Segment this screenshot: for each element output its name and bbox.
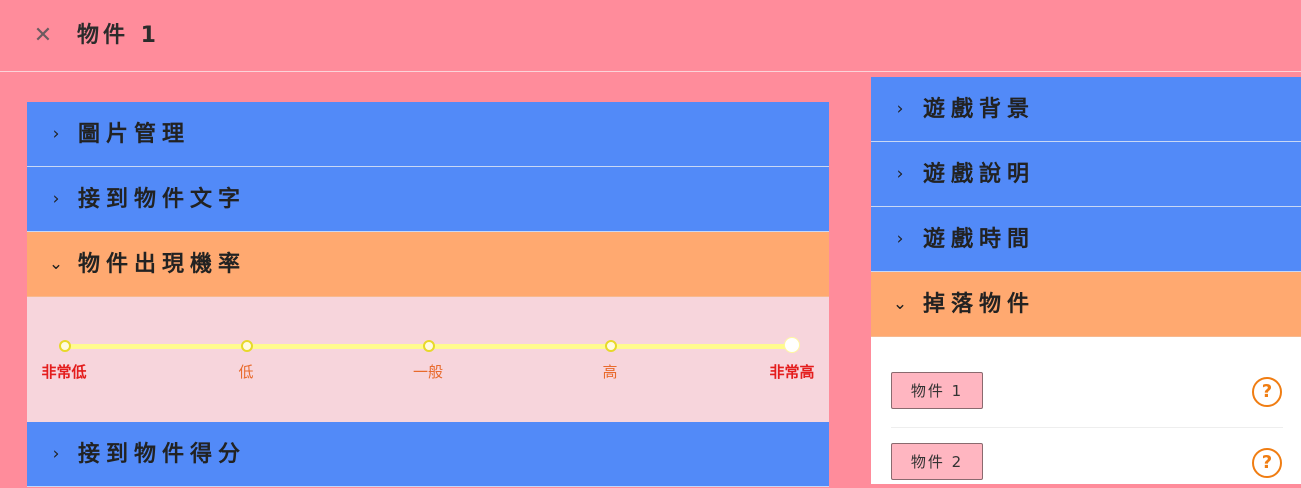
slider-label-high: 高 [602, 363, 618, 381]
game-settings-panel: › 遊戲背景 › 遊戲說明 › 遊戲時間 ⌄ 掉落物件 物件 1 ? 物件 2 … [871, 77, 1301, 488]
help-icon[interactable]: ? [1252, 377, 1282, 407]
chevron-right-icon: › [896, 229, 904, 249]
section-label: 圖片管理 [78, 122, 191, 147]
slider-handle[interactable] [784, 337, 800, 353]
slider-stop-low[interactable] [241, 340, 253, 352]
slider-label-low: 低 [238, 363, 254, 381]
chevron-down-icon: ⌄ [48, 254, 64, 274]
section-game-instructions[interactable]: › 遊戲說明 [871, 142, 1301, 207]
list-item: 物件 1 ? [891, 357, 1283, 428]
page-title: 物件 1 [77, 23, 160, 48]
chevron-down-icon: ⌄ [892, 294, 908, 314]
section-catch-score[interactable]: › 接到物件得分 [27, 422, 829, 487]
slider-label-normal: 一般 [412, 363, 444, 381]
help-icon[interactable]: ? [1252, 448, 1282, 478]
section-game-background[interactable]: › 遊戲背景 [871, 77, 1301, 142]
close-icon[interactable]: ✕ [31, 24, 55, 48]
slider-stop-high[interactable] [605, 340, 617, 352]
chevron-right-icon: › [52, 189, 60, 209]
section-appearance-probability[interactable]: ⌄ 物件出現機率 [27, 232, 829, 297]
drop-item-button[interactable]: 物件 1 [891, 372, 983, 409]
chevron-right-icon: › [52, 124, 60, 144]
object-settings-panel: › 圖片管理 › 接到物件文字 ⌄ 物件出現機率 非常低 低 一般 高 非常高 … [27, 102, 829, 488]
slider-stop-very-low[interactable] [59, 340, 71, 352]
section-drop-items[interactable]: ⌄ 掉落物件 [871, 272, 1301, 337]
probability-slider: 非常低 低 一般 高 非常高 [27, 297, 829, 422]
drop-items-list: 物件 1 ? 物件 2 ? [871, 337, 1301, 484]
section-image-management[interactable]: › 圖片管理 [27, 102, 829, 167]
section-label: 接到物件得分 [78, 442, 247, 467]
section-label: 遊戲背景 [923, 97, 1036, 122]
list-item: 物件 2 ? [891, 427, 1283, 488]
drop-item-button[interactable]: 物件 2 [891, 443, 983, 480]
section-label: 遊戲時間 [923, 227, 1036, 252]
slider-label-very-low: 非常低 [41, 363, 87, 381]
slider-label-very-high: 非常高 [769, 363, 815, 381]
slider-stop-normal[interactable] [423, 340, 435, 352]
section-label: 掉落物件 [923, 292, 1036, 317]
chevron-right-icon: › [896, 99, 904, 119]
top-bar: ✕ 物件 1 [0, 0, 1301, 72]
section-label: 接到物件文字 [78, 187, 247, 212]
section-label: 物件出現機率 [78, 252, 247, 277]
section-label: 遊戲說明 [923, 162, 1036, 187]
section-game-time[interactable]: › 遊戲時間 [871, 207, 1301, 272]
chevron-right-icon: › [52, 444, 60, 464]
chevron-right-icon: › [896, 164, 904, 184]
section-catch-text[interactable]: › 接到物件文字 [27, 167, 829, 232]
